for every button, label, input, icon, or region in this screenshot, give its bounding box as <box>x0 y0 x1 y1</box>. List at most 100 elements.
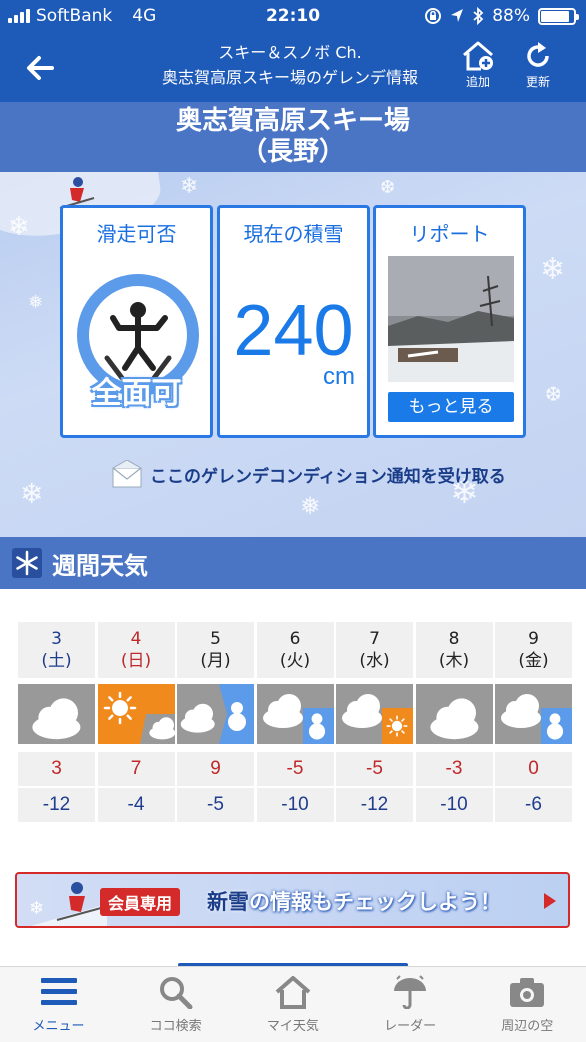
weekly-day-column: 3 (土) 3 -12 <box>18 622 95 822</box>
refresh-icon <box>527 42 549 67</box>
availability-value: 全面可 <box>91 376 182 411</box>
location-icon <box>451 9 464 22</box>
tab-label: メニュー <box>32 1019 85 1034</box>
low-temp: -12 <box>336 788 413 822</box>
weekly-weather-title: 週間天気 <box>52 551 148 580</box>
conditions-panel: ❄ ❅ ❄ ❆ ❄ ❅ ❄ ❆ ❄ 滑走可否 全面可 現在の積雪 240 cm … <box>0 172 586 537</box>
header-title-line1: スキー＆スノボ Ch. <box>218 43 362 62</box>
high-temp: 3 <box>18 752 95 786</box>
day-of-week: (火) <box>279 651 311 671</box>
svg-text:❄: ❄ <box>29 898 44 919</box>
mail-icon <box>112 460 142 488</box>
member-banner[interactable]: ❄ 会員専用 新雪の情報もチェックしよう！ <box>15 872 570 928</box>
tab-label: 周辺の空 <box>501 1019 554 1034</box>
day-date: 8 (木) <box>415 622 493 678</box>
day-of-week: (金) <box>518 651 549 671</box>
skier-banner-image: ❄ <box>29 882 107 926</box>
refresh-button[interactable]: 更新 <box>514 40 562 90</box>
high-temp: -5 <box>336 752 413 786</box>
add-label: 追加 <box>465 75 490 89</box>
snow-depth-card[interactable]: 現在の積雪 240 cm <box>217 205 370 438</box>
camera-icon <box>469 975 586 1009</box>
day-date: 3 (土) <box>18 622 95 678</box>
cloudy-weather-icon <box>415 684 493 744</box>
snowflake-icon: ❆ <box>545 382 562 406</box>
high-temp: 7 <box>97 752 175 786</box>
resort-title: 奥志賀高原スキー場 （長野） <box>0 102 586 172</box>
lock-rotation-icon <box>425 8 442 24</box>
tab-home[interactable]: マイ天気 <box>234 973 351 1034</box>
app-header: スキー＆スノボ Ch. 奥志賀高原スキー場のゲレンデ情報 追加 更新 <box>0 34 586 102</box>
day-number: 5 <box>210 629 221 649</box>
weekly-day-column: 7 (水) -5 -12 <box>336 622 413 822</box>
day-date: 4 (日) <box>97 622 175 678</box>
snowflake-icon: ❄ <box>20 477 44 510</box>
status-icons: 88% <box>424 6 579 26</box>
resort-name: 奥志賀高原スキー場 <box>175 106 410 136</box>
low-temp: -10 <box>415 788 493 822</box>
snowflake-icon <box>12 548 42 578</box>
day-of-week: (土) <box>41 651 72 671</box>
tab-label: ココ検索 <box>149 1019 202 1034</box>
weekly-day-column: 8 (木) -3 -10 <box>415 622 493 822</box>
low-temp: -12 <box>18 788 95 822</box>
sunny-then-cloudy-weather-icon <box>97 684 175 744</box>
high-temp: -3 <box>415 752 493 786</box>
weekly-day-column: 5 (月) 9 -5 <box>177 622 254 822</box>
low-temp: -10 <box>256 788 334 822</box>
report-more-button[interactable]: もっと見る <box>388 392 514 422</box>
menu-icon <box>0 975 117 1009</box>
arrow-left-icon[interactable] <box>20 48 60 88</box>
tab-label: マイ天気 <box>266 1019 319 1034</box>
weekly-weather-heading: 週間天気 <box>0 537 586 589</box>
day-number: 7 <box>369 629 380 649</box>
tab-label: レーダー <box>384 1019 437 1034</box>
tab-camera[interactable]: 周辺の空 <box>469 973 586 1034</box>
tab-search[interactable]: ココ検索 <box>117 973 234 1034</box>
tab-menu[interactable]: メニュー <box>0 973 117 1034</box>
bluetooth-icon <box>473 7 484 25</box>
radar-umbrella-icon <box>352 975 469 1009</box>
availability-card[interactable]: 滑走可否 全面可 <box>60 205 213 438</box>
day-of-week: (日) <box>120 651 152 671</box>
snow-depth-value: 240 <box>233 291 354 371</box>
report-title: リポート <box>409 222 490 246</box>
day-date: 7 (水) <box>336 622 413 678</box>
day-number: 3 <box>51 629 62 649</box>
low-temp: -6 <box>495 788 572 822</box>
report-photo[interactable] <box>388 256 514 382</box>
day-number: 6 <box>289 629 301 649</box>
add-button[interactable]: 追加 <box>454 40 502 90</box>
search-icon <box>117 975 234 1009</box>
day-of-week: (木) <box>438 651 470 671</box>
header-title: スキー＆スノボ Ch. 奥志賀高原スキー場のゲレンデ情報 <box>130 40 450 90</box>
battery-percent: 88% <box>492 6 530 26</box>
snowflake-icon: ❄ <box>8 212 30 242</box>
tab-radar-umbrella[interactable]: レーダー <box>352 973 469 1034</box>
cloudy-then-sunny-weather-icon <box>336 684 413 744</box>
snowflake-icon: ❆ <box>380 177 396 198</box>
high-temp: -5 <box>256 752 334 786</box>
snowflake-icon: ❄ <box>540 252 566 287</box>
snow-depth-unit: cm <box>323 363 355 390</box>
cloudy-occasional-snow-weather-icon <box>256 684 334 744</box>
day-number: 4 <box>130 629 142 649</box>
day-date: 5 (月) <box>177 622 254 678</box>
weekly-day-column: 6 (火) -5 -10 <box>256 622 334 822</box>
notify-text: ここのゲレンデコンディション通知を受け取る <box>150 466 506 487</box>
banner-text: 新雪の情報もチェックしよう！ <box>207 886 501 916</box>
header-title-line2: 奥志賀高原スキー場のゲレンデ情報 <box>161 68 418 87</box>
availability-title: 滑走可否 <box>96 222 177 246</box>
day-date: 6 (火) <box>256 622 334 678</box>
banner-highlight: 新雪 <box>207 890 249 914</box>
weekly-day-column: 4 (日) 7 -4 <box>97 622 175 822</box>
cloudy-weather-icon <box>18 684 95 744</box>
notify-link[interactable]: ここのゲレンデコンディション通知を受け取る <box>112 460 506 488</box>
cloudy-then-snow-weather-icon <box>177 684 254 744</box>
high-temp: 9 <box>177 752 254 786</box>
home-icon <box>234 975 351 1009</box>
high-temp: 0 <box>495 752 572 786</box>
members-only-badge: 会員専用 <box>100 888 181 916</box>
status-bar: SoftBank 4G 22:10 88% <box>0 0 586 34</box>
report-card[interactable]: リポート もっと見る <box>373 205 526 438</box>
